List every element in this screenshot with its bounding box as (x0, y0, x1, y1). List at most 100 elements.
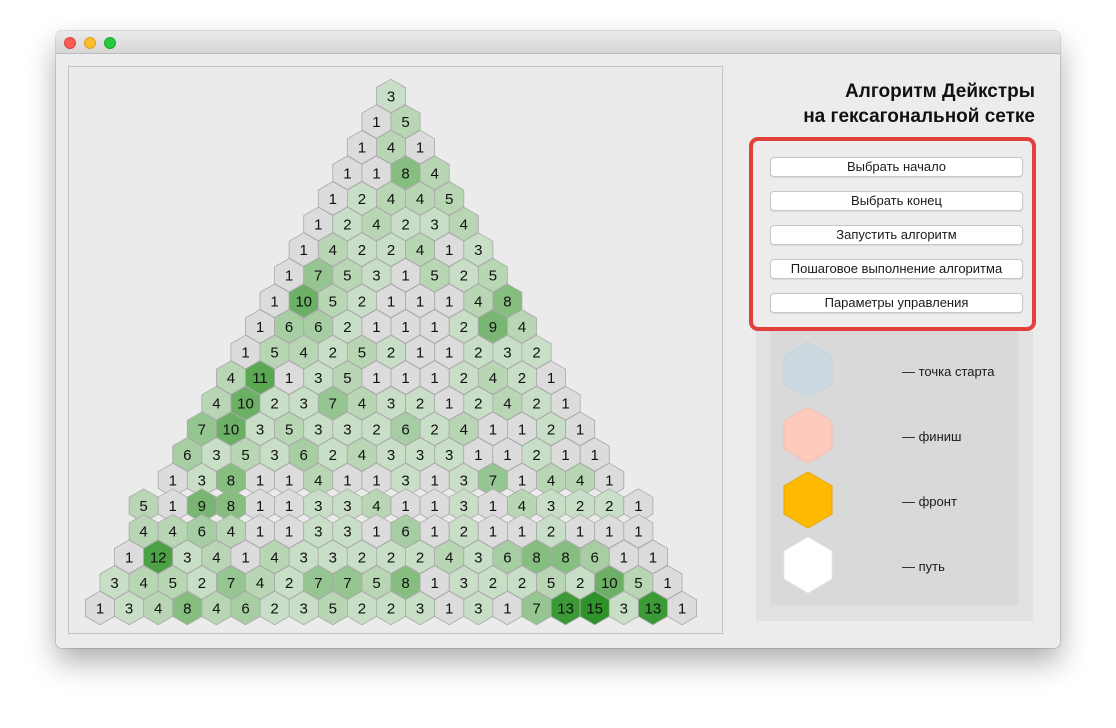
hex-weight-label: 3 (300, 549, 308, 566)
step-run-button[interactable]: Пошаговое выполнение алгоритма (770, 259, 1023, 279)
hex-weight-label: 1 (416, 345, 424, 362)
hex-weight-label: 6 (401, 421, 409, 438)
hex-weight-label: 4 (460, 421, 468, 438)
hex-weight-label: 3 (300, 396, 308, 413)
minimize-button[interactable] (84, 37, 96, 49)
hex-weight-label: 2 (329, 345, 337, 362)
hex-weight-label: 2 (358, 549, 366, 566)
hex-weight-label: 1 (285, 473, 293, 490)
hex-weight-label: 1 (372, 319, 380, 336)
hex-weight-label: 3 (416, 601, 424, 618)
hex-weight-label: 4 (460, 217, 468, 234)
hex-weight-label: 1 (576, 421, 584, 438)
hex-weight-label: 1 (329, 191, 337, 208)
hex-weight-label: 6 (198, 524, 206, 541)
hex-weight-label: 3 (329, 549, 337, 566)
select-end-button[interactable]: Выбрать конец (770, 191, 1023, 211)
hex-weight-label: 1 (256, 498, 264, 515)
hex-weight-label: 2 (576, 575, 584, 592)
hex-weight-label: 6 (285, 319, 293, 336)
hex-weight-label: 3 (387, 396, 395, 413)
hex-weight-label: 8 (227, 498, 235, 515)
hex-weight-label: 2 (387, 601, 395, 618)
hex-weight-label: 1 (416, 140, 424, 157)
close-button[interactable] (64, 37, 76, 49)
hex-weight-label: 1 (489, 421, 497, 438)
app-title-line2: на гексагональной сетке (803, 106, 1035, 127)
hex-weight-label: 3 (387, 89, 395, 106)
hex-weight-label: 8 (532, 549, 540, 566)
hex-weight-label: 1 (518, 421, 526, 438)
hex-weight-label: 8 (561, 549, 569, 566)
hex-weight-label: 7 (532, 601, 540, 618)
hex-weight-label: 3 (401, 473, 409, 490)
hex-weight-label: 2 (547, 524, 555, 541)
hex-weight-label: 1 (430, 319, 438, 336)
hex-weight-label: 4 (329, 242, 337, 259)
zoom-button[interactable] (104, 37, 116, 49)
hex-weight-label: 1 (372, 524, 380, 541)
hex-weight-label: 7 (227, 575, 235, 592)
control-params-button[interactable]: Параметры управления (770, 293, 1023, 313)
hex-weight-label: 6 (591, 549, 599, 566)
hex-weight-label: 2 (343, 319, 351, 336)
hex-weight-label: 3 (460, 473, 468, 490)
hex-weight-label: 1 (358, 140, 366, 157)
hex-weight-label: 4 (154, 601, 162, 618)
hex-weight-label: 8 (183, 601, 191, 618)
run-algorithm-button[interactable]: Запустить алгоритм (770, 225, 1023, 245)
hex-weight-label: 3 (300, 601, 308, 618)
hex-weight-label: 1 (489, 524, 497, 541)
hex-weight-label: 1 (314, 217, 322, 234)
hex-weight-label: 1 (256, 524, 264, 541)
hex-weight-label: 8 (503, 293, 511, 310)
hex-weight-label: 6 (300, 447, 308, 464)
hex-weight-label: 1 (401, 498, 409, 515)
hex-weight-label: 4 (372, 498, 380, 515)
hex-weight-label: 3 (372, 268, 380, 285)
hex-weight-label: 1 (169, 498, 177, 515)
hex-weight-label: 3 (416, 447, 424, 464)
hex-weight-label: 10 (295, 293, 312, 310)
path-hex-icon (783, 536, 833, 594)
hex-weight-label: 12 (150, 549, 167, 566)
hex-weight-label: 2 (460, 524, 468, 541)
hex-weight-label: 1 (430, 498, 438, 515)
hex-weight-label: 1 (445, 293, 453, 310)
hex-weight-label: 2 (489, 575, 497, 592)
hex-weight-label: 4 (358, 447, 366, 464)
hex-weight-label: 2 (401, 217, 409, 234)
hex-weight-label: 1 (270, 293, 278, 310)
hex-weight-label: 1 (503, 601, 511, 618)
hex-weight-label: 2 (387, 345, 395, 362)
hex-weight-label: 1 (431, 575, 439, 592)
hex-weight-label: 1 (372, 370, 380, 387)
hex-weight-label: 3 (256, 421, 264, 438)
hex-weight-label: 4 (300, 345, 308, 362)
hex-weight-label: 2 (372, 421, 380, 438)
hex-weight-label: 1 (241, 345, 249, 362)
hex-weight-label: 1 (285, 268, 293, 285)
hex-weight-label: 1 (518, 524, 526, 541)
hex-weight-label: 4 (576, 473, 584, 490)
hex-weight-label: 6 (503, 549, 511, 566)
hex-weight-label: 4 (212, 396, 220, 413)
hex-weight-label: 3 (547, 498, 555, 515)
hex-weight-label: 1 (474, 447, 482, 464)
hex-weight-label: 1 (445, 242, 453, 259)
hex-weight-label: 4 (140, 575, 148, 592)
finish-hex-icon (783, 406, 833, 464)
hex-weight-label: 2 (416, 549, 424, 566)
hex-grid-panel[interactable]: 3 1 5 1 4 1 1 1 8 4 1 2 4 4 5 1 2 4 2 3 4 1 4 2 2 4 1 3 1 7 5 3 1 5 2 5 1 10 5… (68, 66, 723, 634)
hex-weight-label: 1 (430, 524, 438, 541)
hex-weight-label: 4 (227, 370, 235, 387)
hex-weight-label: 1 (256, 319, 264, 336)
hex-weight-label: 4 (445, 549, 453, 566)
hex-weight-label: 2 (430, 421, 438, 438)
hex-weight-label: 2 (358, 191, 366, 208)
hex-grid[interactable]: 31 51 4 11 1 8 41 2 4 4 51 2 4 2 3 41 4 2 2 4 1 31 7 5 3 1 5 2 51 10 5… (69, 67, 722, 633)
hex-weight-label: 3 (620, 601, 628, 618)
select-start-button[interactable]: Выбрать начало (770, 157, 1023, 177)
hex-weight-label: 3 (343, 498, 351, 515)
hex-weight-label: 2 (285, 575, 293, 592)
